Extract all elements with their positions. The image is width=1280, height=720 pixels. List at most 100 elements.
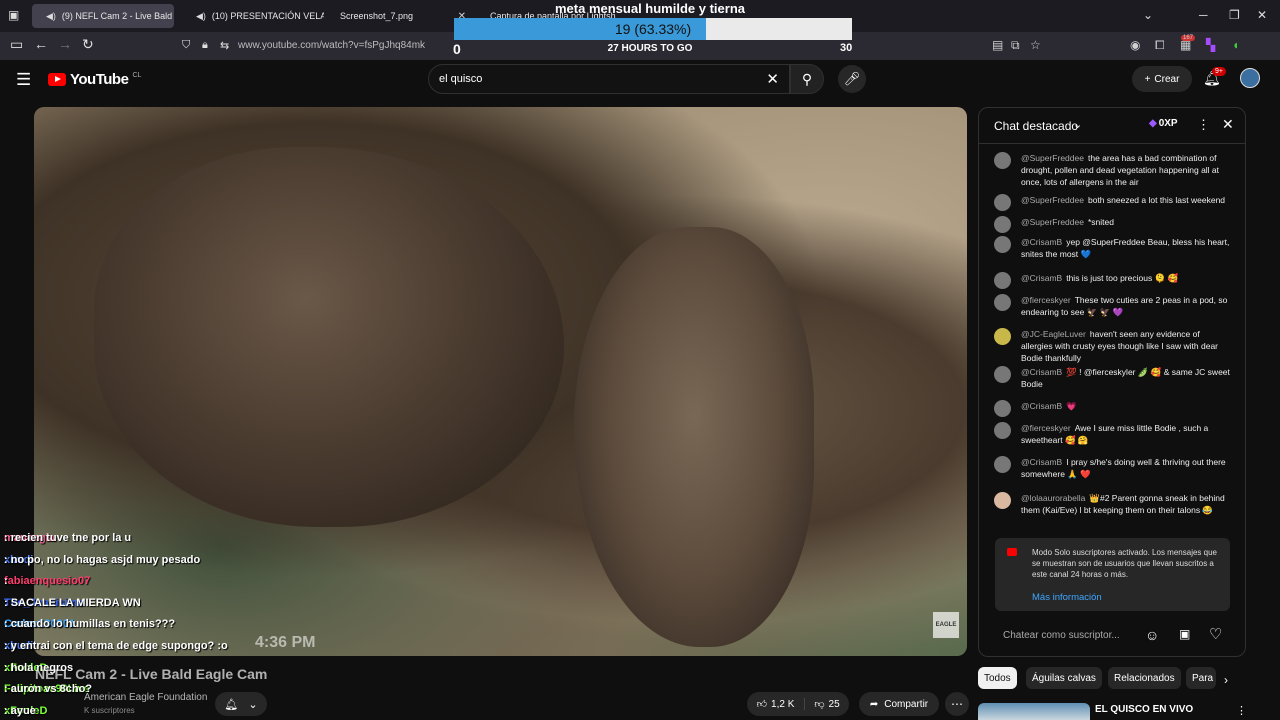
chip-aguilas-calvas[interactable]: Águilas calvas xyxy=(1026,667,1102,689)
tab-nefl-cam[interactable]: ◀) (9) NEFL Cam 2 - Live Bald E ✕ xyxy=(32,4,174,28)
youtube-logo[interactable]: YouTube CL xyxy=(48,71,141,88)
like-dislike-group: 👍︎ 1,2 K 👎︎ 25 xyxy=(747,692,849,716)
overlay-chat-line: mancagia: recien tuve tne por la u xyxy=(4,532,132,544)
eagle-watermark: EAGLE xyxy=(933,612,959,638)
avatar[interactable] xyxy=(994,456,1011,473)
avatar[interactable] xyxy=(994,272,1011,289)
speaker-icon: ◀) xyxy=(196,10,206,21)
related-video-title[interactable]: EL QUISCO EN VIVO xyxy=(1095,704,1193,715)
youtube-icon xyxy=(1007,548,1017,556)
shield-icon[interactable]: ⛉ xyxy=(182,39,190,52)
search-icon: ⚲ xyxy=(801,70,813,87)
sidebar-toggle-icon[interactable]: ▭ xyxy=(10,36,23,53)
emoji-icon[interactable]: ☺ xyxy=(1145,627,1159,643)
user-avatar[interactable] xyxy=(1240,68,1260,88)
chat-options-icon[interactable]: ⋮ xyxy=(1197,117,1210,133)
account-icon[interactable]: ◉ xyxy=(1130,38,1140,52)
chevron-right-icon[interactable]: › xyxy=(1224,673,1228,687)
thumbs-down-icon: 👎︎ xyxy=(814,699,825,710)
search-box[interactable]: el quisco ✕ xyxy=(428,64,790,94)
minimize-icon[interactable]: ─ xyxy=(1199,8,1208,22)
chip-para[interactable]: Para xyxy=(1186,667,1216,689)
like-button[interactable]: 👍︎ 1,2 K xyxy=(747,698,805,710)
url-field[interactable]: www.youtube.com/watch?v=fsPgJhq84mk xyxy=(238,40,425,51)
chat-input[interactable]: Chatear como suscriptor... xyxy=(1003,630,1120,641)
dislike-button[interactable]: 👎︎ 25 xyxy=(805,698,849,711)
video-title: NEFL Cam 2 - Live Bald Eagle Cam xyxy=(35,666,268,682)
country-code: CL xyxy=(132,72,142,79)
close-chat-icon[interactable]: ✕ xyxy=(1222,116,1234,133)
subscribers-only-notice: Modo Solo suscriptores activado. Los men… xyxy=(995,538,1230,611)
tab-overflow-chevron-icon[interactable]: ⌄ xyxy=(1143,8,1153,22)
tab-presentacion[interactable]: ◀) (10) PRESENTACIÓN VELAD ✕ xyxy=(182,4,324,28)
create-button[interactable]: + Crear xyxy=(1132,66,1192,92)
chevron-down-icon[interactable]: ⌄ xyxy=(1073,118,1082,131)
more-actions-button[interactable]: ⋯ xyxy=(945,692,969,716)
search-input[interactable]: el quisco xyxy=(439,73,482,85)
heart-icon[interactable]: ♡ xyxy=(1209,625,1222,643)
overlay-chat-line: The_Juanisimo: SACALE LA MIERDA WN xyxy=(4,596,141,609)
avatar[interactable] xyxy=(994,194,1011,211)
search-button[interactable]: ⚲ xyxy=(790,64,824,94)
avatar[interactable] xyxy=(994,422,1011,439)
goal-progress-text: 19 (63.33%) xyxy=(614,21,692,37)
like-count: 1,2 K xyxy=(771,698,795,710)
tab-screenshot[interactable]: Screenshot_7.png ✕ xyxy=(332,4,474,28)
live-chat-panel: Chat destacado ⌄ ◆ 0XP ⋮ ✕ @SuperFreddee t… xyxy=(978,107,1246,657)
twitch-extension-icon[interactable]: ▚ xyxy=(1206,38,1215,52)
share-button[interactable]: ➦ Compartir xyxy=(859,692,939,716)
overlay-chat-line: xbudi: y entrai con el tema de edge supo… xyxy=(4,639,228,652)
more-dots-icon[interactable]: ⋮ xyxy=(1236,704,1247,717)
bookmark-star-icon[interactable]: ☆ xyxy=(1030,38,1041,52)
avatar[interactable] xyxy=(994,236,1011,253)
avatar[interactable] xyxy=(994,366,1011,383)
super-chat-icon[interactable]: ▣ xyxy=(1179,627,1190,641)
goal-max: 30 xyxy=(840,42,853,54)
thumbs-up-icon: 👍︎ xyxy=(756,699,768,710)
speaker-icon: ◀) xyxy=(46,10,56,21)
subscriber-count: K suscriptores xyxy=(84,706,135,715)
share-label: Compartir xyxy=(884,698,929,710)
audio-extension-icon[interactable]: ◖ xyxy=(1232,38,1239,52)
reload-icon[interactable]: ↻ xyxy=(82,36,94,53)
overlay-chat-line: xFooleD: ayue xyxy=(4,704,48,717)
hamburger-menu-icon[interactable]: ☰ xyxy=(16,70,31,90)
close-window-icon[interactable]: ✕ xyxy=(1257,8,1267,22)
back-icon[interactable]: ← xyxy=(34,36,48,52)
extensions-icon[interactable]: ⧠ xyxy=(1155,38,1165,53)
youtube-play-icon xyxy=(48,73,66,86)
avatar[interactable] xyxy=(994,400,1011,417)
xp-badge[interactable]: ◆ 0XP xyxy=(1149,118,1178,129)
maximize-icon[interactable]: ❐ xyxy=(1229,8,1240,22)
microphone-icon: 🎤︎ xyxy=(843,71,861,86)
plus-icon: + xyxy=(1144,73,1151,85)
reader-view-icon[interactable]: ▤ xyxy=(992,38,1003,52)
chip-todos[interactable]: Todos xyxy=(978,667,1017,689)
chat-header: Chat destacado ⌄ ◆ 0XP ⋮ ✕ xyxy=(979,108,1245,144)
lock-icon[interactable]: 🔒︎ xyxy=(202,39,208,52)
chip-relacionados[interactable]: Relacionados xyxy=(1108,667,1181,689)
voice-search-button[interactable]: 🎤︎ xyxy=(838,65,866,93)
clear-search-icon[interactable]: ✕ xyxy=(766,70,779,88)
notifications-badge: 9+ xyxy=(1212,67,1226,76)
goal-title: meta mensual humilde y tierna xyxy=(554,1,745,16)
bell-icon: 🔔︎ xyxy=(224,698,239,711)
goal-progress-bar: 19 (63.33%) xyxy=(454,18,852,40)
related-video-thumbnail[interactable] xyxy=(978,703,1090,720)
chat-mode-title[interactable]: Chat destacado xyxy=(994,119,1078,133)
avatar[interactable] xyxy=(994,492,1011,509)
forward-icon[interactable]: → xyxy=(58,36,72,52)
subscription-bell-button[interactable]: 🔔︎ ⌄ xyxy=(215,692,267,716)
notice-text: Modo Solo suscriptores activado. Los men… xyxy=(1032,548,1217,579)
pip-icon[interactable]: ⧉ xyxy=(1011,38,1020,53)
avatar[interactable] xyxy=(994,216,1011,233)
avatar[interactable] xyxy=(994,328,1011,345)
avatar[interactable] xyxy=(994,152,1011,169)
avatar[interactable] xyxy=(994,294,1011,311)
dislike-count: 25 xyxy=(828,698,840,710)
tab-list-icon[interactable]: ▣ xyxy=(8,8,19,22)
channel-name[interactable]: American Eagle Foundation xyxy=(84,692,207,703)
more-info-link[interactable]: Más información xyxy=(1032,592,1102,603)
permissions-icon[interactable]: ⇆ xyxy=(220,39,229,52)
eagle-image-left xyxy=(94,147,564,527)
